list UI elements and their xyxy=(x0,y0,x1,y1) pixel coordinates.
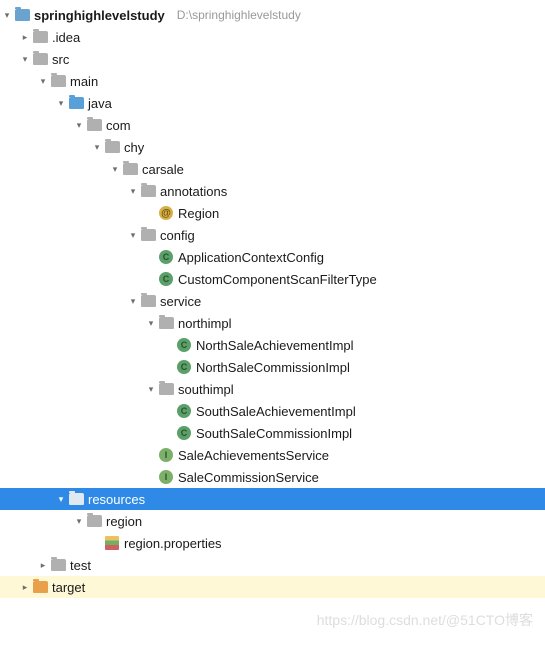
chevron-down-icon[interactable]: ▾ xyxy=(144,318,158,329)
chevron-down-icon[interactable]: ▾ xyxy=(126,230,140,241)
chevron-down-icon[interactable]: ▾ xyxy=(144,384,158,395)
properties-file-icon xyxy=(104,535,120,551)
interface-icon xyxy=(158,447,174,463)
tree-row-southsalecommissionimpl[interactable]: ▸ SouthSaleCommissionImpl xyxy=(0,422,545,444)
class-icon xyxy=(176,337,192,353)
tree-row-config[interactable]: ▾ config xyxy=(0,224,545,246)
tree-row-southimpl[interactable]: ▾ southimpl xyxy=(0,378,545,400)
chevron-down-icon[interactable]: ▾ xyxy=(0,10,14,21)
watermark: https://blog.csdn.net/@51CTO博客 xyxy=(317,610,533,630)
tree-row-main[interactable]: ▾ main xyxy=(0,70,545,92)
tree-row-target[interactable]: ▸ target xyxy=(0,576,545,598)
tree-row-region-properties[interactable]: ▸ region.properties xyxy=(0,532,545,554)
tree-row-region-annotation[interactable]: ▸ Region xyxy=(0,202,545,224)
tree-row-applicationcontextconfig[interactable]: ▸ ApplicationContextConfig xyxy=(0,246,545,268)
tree-row-annotations[interactable]: ▾ annotations xyxy=(0,180,545,202)
package-icon xyxy=(104,139,120,155)
resources-folder-icon xyxy=(68,491,84,507)
tree-row-root[interactable]: ▾ springhighlevelstudy D:\springhighleve… xyxy=(0,4,545,26)
folder-icon xyxy=(32,51,48,67)
package-icon xyxy=(86,117,102,133)
chevron-right-icon[interactable]: ▸ xyxy=(18,582,32,593)
package-icon xyxy=(158,381,174,397)
chevron-down-icon[interactable]: ▾ xyxy=(54,494,68,505)
project-tree[interactable]: ▾ springhighlevelstudy D:\springhighleve… xyxy=(0,0,545,602)
folder-icon xyxy=(86,513,102,529)
tree-row-carsale[interactable]: ▾ carsale xyxy=(0,158,545,180)
tree-row-test[interactable]: ▸ test xyxy=(0,554,545,576)
folder-icon xyxy=(32,29,48,45)
tree-row-java[interactable]: ▾ java xyxy=(0,92,545,114)
module-folder-icon xyxy=(14,7,30,23)
class-icon xyxy=(158,271,174,287)
tree-row-region-folder[interactable]: ▾ region xyxy=(0,510,545,532)
folder-icon xyxy=(50,557,66,573)
chevron-down-icon[interactable]: ▾ xyxy=(36,76,50,87)
package-icon xyxy=(158,315,174,331)
package-icon xyxy=(140,293,156,309)
chevron-right-icon[interactable]: ▸ xyxy=(18,32,32,43)
annotation-icon xyxy=(158,205,174,221)
tree-row-src[interactable]: ▾ src xyxy=(0,48,545,70)
chevron-down-icon[interactable]: ▾ xyxy=(54,98,68,109)
chevron-down-icon[interactable]: ▾ xyxy=(18,54,32,65)
source-folder-icon xyxy=(68,95,84,111)
project-path: D:\springhighlevelstudy xyxy=(177,8,301,22)
project-name: springhighlevelstudy xyxy=(34,8,171,23)
excluded-folder-icon xyxy=(32,579,48,595)
tree-row-resources[interactable]: ▾ resources xyxy=(0,488,545,510)
tree-row-northsaleachievementimpl[interactable]: ▸ NorthSaleAchievementImpl xyxy=(0,334,545,356)
chevron-down-icon[interactable]: ▾ xyxy=(90,142,104,153)
tree-row-idea[interactable]: ▸ .idea xyxy=(0,26,545,48)
chevron-right-icon[interactable]: ▸ xyxy=(36,560,50,571)
class-icon xyxy=(158,249,174,265)
chevron-down-icon[interactable]: ▾ xyxy=(72,516,86,527)
chevron-down-icon[interactable]: ▾ xyxy=(108,164,122,175)
folder-icon xyxy=(50,73,66,89)
tree-row-saleachievementsservice[interactable]: ▸ SaleAchievementsService xyxy=(0,444,545,466)
interface-icon xyxy=(158,469,174,485)
tree-row-com[interactable]: ▾ com xyxy=(0,114,545,136)
package-icon xyxy=(140,183,156,199)
tree-row-southsaleachievementimpl[interactable]: ▸ SouthSaleAchievementImpl xyxy=(0,400,545,422)
tree-row-salecommissionservice[interactable]: ▸ SaleCommissionService xyxy=(0,466,545,488)
class-icon xyxy=(176,359,192,375)
tree-row-customcomponentscanfiltertype[interactable]: ▸ CustomComponentScanFilterType xyxy=(0,268,545,290)
chevron-down-icon[interactable]: ▾ xyxy=(72,120,86,131)
package-icon xyxy=(122,161,138,177)
class-icon xyxy=(176,425,192,441)
tree-row-northsalecommissionimpl[interactable]: ▸ NorthSaleCommissionImpl xyxy=(0,356,545,378)
tree-row-service[interactable]: ▾ service xyxy=(0,290,545,312)
tree-row-chy[interactable]: ▾ chy xyxy=(0,136,545,158)
package-icon xyxy=(140,227,156,243)
tree-row-northimpl[interactable]: ▾ northimpl xyxy=(0,312,545,334)
chevron-down-icon[interactable]: ▾ xyxy=(126,186,140,197)
class-icon xyxy=(176,403,192,419)
chevron-down-icon[interactable]: ▾ xyxy=(126,296,140,307)
